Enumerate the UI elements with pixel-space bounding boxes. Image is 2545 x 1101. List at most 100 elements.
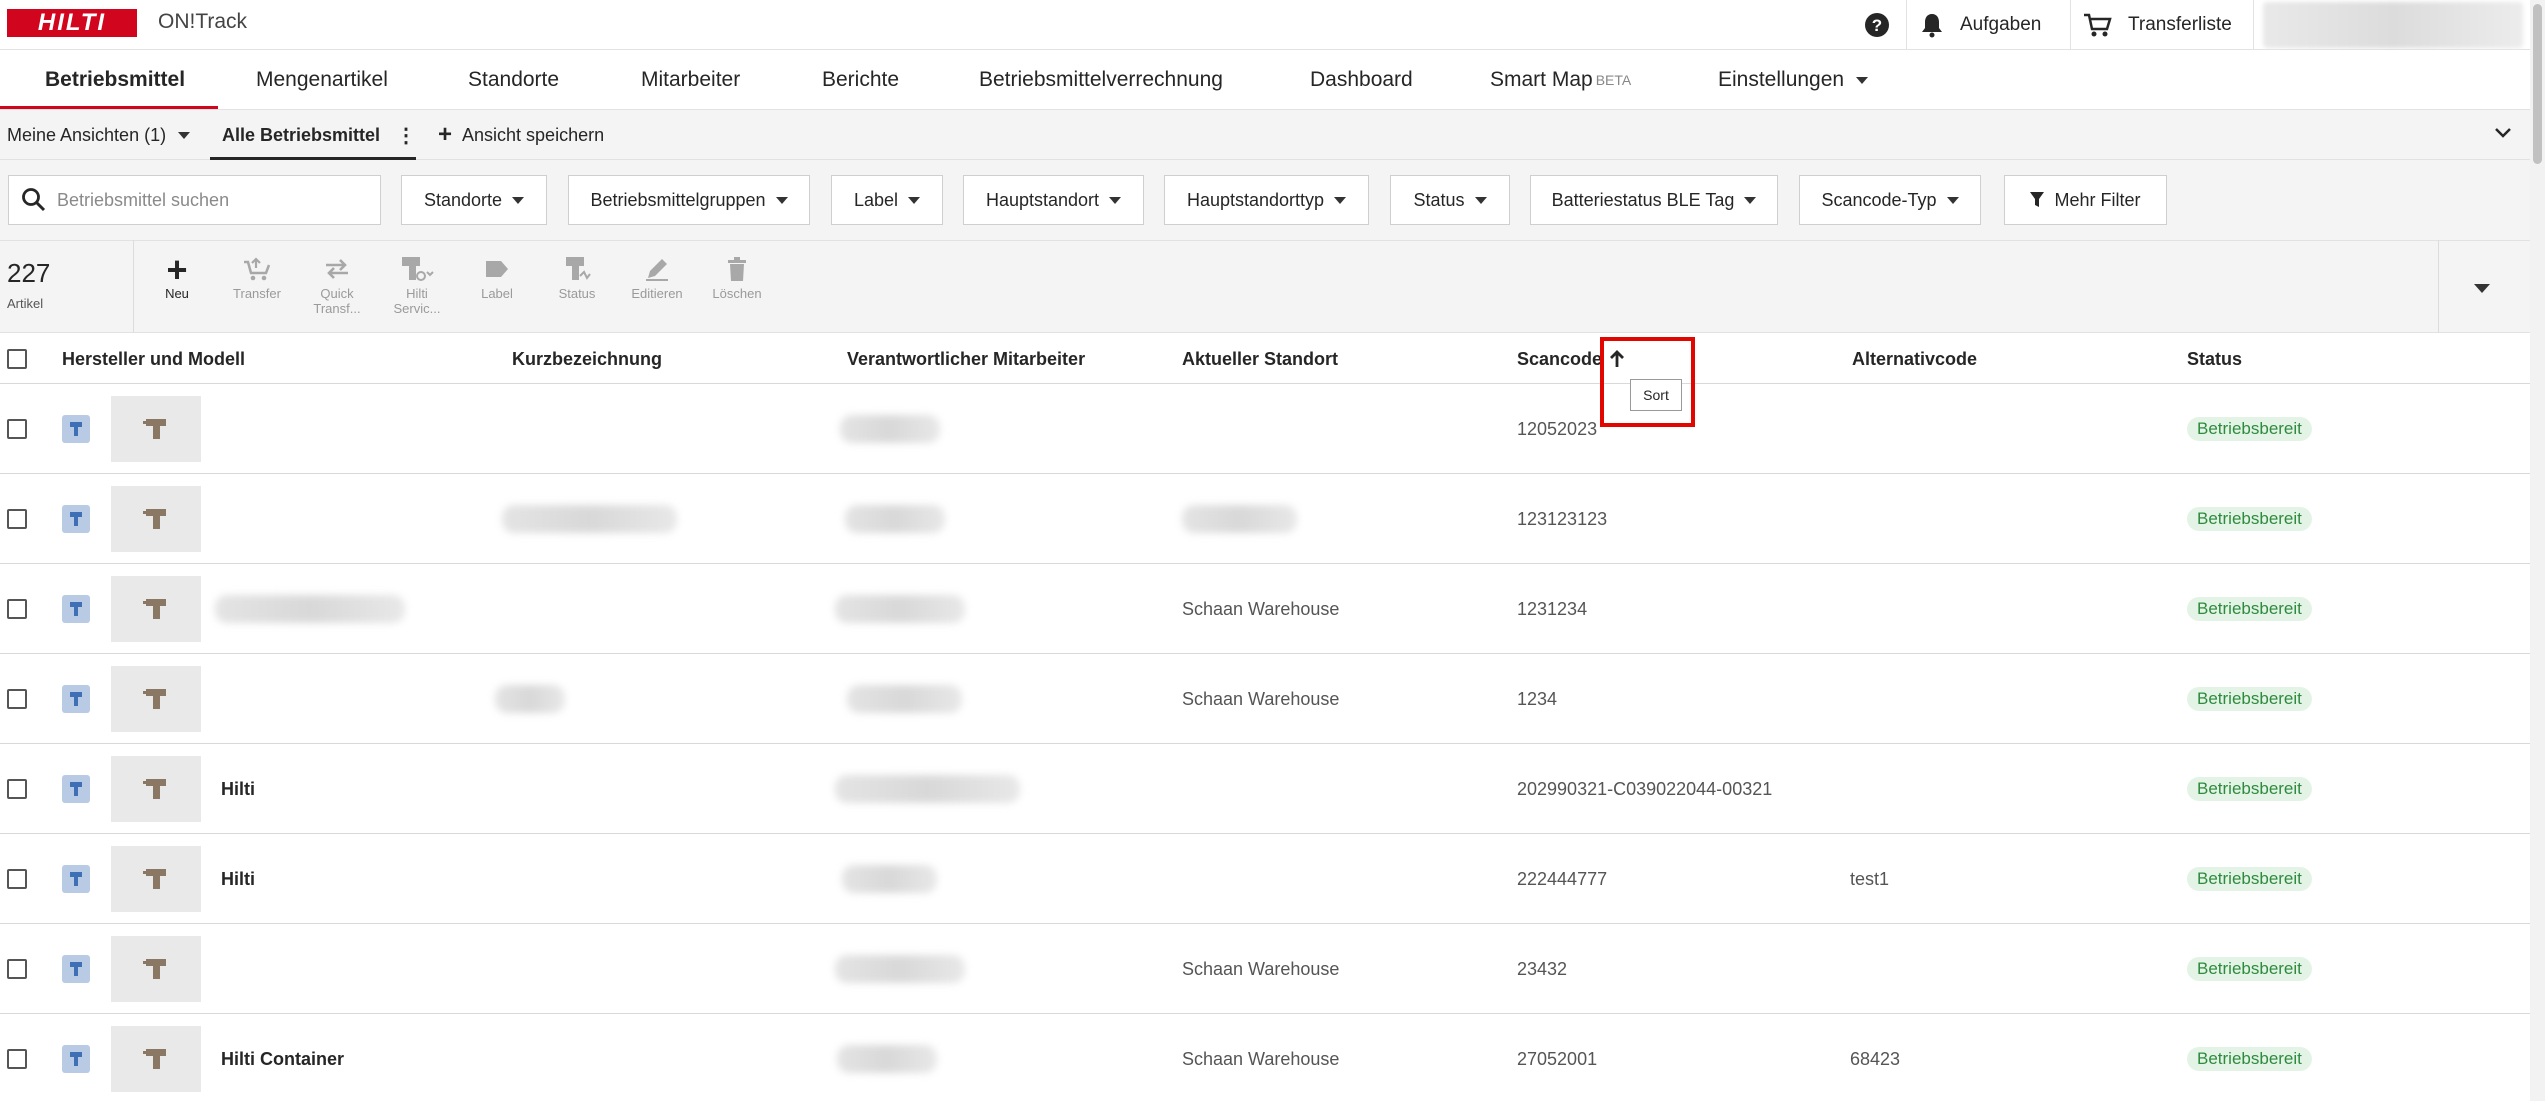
status-cell: Betriebsbereit <box>2187 474 2312 564</box>
row-checkbox-cell[interactable] <box>7 654 27 744</box>
table-row[interactable]: Schaan Warehouse 23432 Betriebsbereit <box>0 924 2530 1014</box>
filter-label: Batteriestatus BLE Tag <box>1551 189 1735 210</box>
asset-thumbnail-cell[interactable] <box>111 384 201 474</box>
drill-thumbnail-icon <box>111 1026 201 1092</box>
help-button[interactable]: ? <box>1864 0 1890 50</box>
table-row[interactable]: Hilti 222444777 test1 Betriebsbereit <box>0 834 2530 924</box>
user-profile-redacted[interactable] <box>2263 2 2523 48</box>
expand-caret-icon[interactable] <box>2474 280 2490 298</box>
filter-hauptstandorttyp[interactable]: Hauptstandorttyp <box>1164 175 1369 225</box>
drill-thumbnail-icon <box>111 936 201 1002</box>
row-checkbox-cell[interactable] <box>7 744 27 834</box>
filter-hauptstandort[interactable]: Hauptstandort <box>963 175 1144 225</box>
delete-button[interactable]: Löschen <box>702 252 772 301</box>
asset-thumbnail-cell[interactable] <box>111 564 201 654</box>
filter-label-dropdown[interactable]: Label <box>831 175 943 225</box>
tab-betriebsmittelverrechnung[interactable]: Betriebsmittelverrechnung <box>979 50 1223 110</box>
status-button[interactable]: Status <box>542 252 612 301</box>
label-button[interactable]: Label <box>462 252 532 301</box>
checkbox[interactable] <box>7 599 27 619</box>
filter-scancode-type[interactable]: Scancode-Typ <box>1799 175 1981 225</box>
filter-label: Status <box>1413 189 1465 210</box>
hilti-service-button[interactable]: Hilti Servic... <box>382 252 452 316</box>
manufacturer-model[interactable]: Hilti <box>221 744 255 834</box>
tab-mengenartikel[interactable]: Mengenartikel <box>256 50 388 110</box>
search-input[interactable] <box>57 189 367 211</box>
status-badge: Betriebsbereit <box>2187 597 2312 621</box>
asset-thumbnail-cell[interactable] <box>111 1014 201 1101</box>
tab-dashboard[interactable]: Dashboard <box>1310 50 1413 110</box>
asset-type-cell <box>62 924 90 1014</box>
row-checkbox-cell[interactable] <box>7 924 27 1014</box>
row-checkbox-cell[interactable] <box>7 834 27 924</box>
asset-thumbnail-cell[interactable] <box>111 834 201 924</box>
action-label: Quick Transf... <box>313 286 361 316</box>
column-manufacturer-model[interactable]: Hersteller und Modell <box>62 334 245 384</box>
tab-smart-map[interactable]: Smart Map BETA <box>1490 50 1631 110</box>
transfer-list-button[interactable]: Transferliste <box>2082 0 2232 50</box>
table-row[interactable]: Hilti 202990321-C039022044-00321 Betrieb… <box>0 744 2530 834</box>
asset-thumbnail-cell[interactable] <box>111 474 201 564</box>
all-assets-view[interactable]: Alle Betriebsmittel ⋮ <box>222 110 416 160</box>
edit-button[interactable]: Editieren <box>622 252 692 301</box>
filter-status[interactable]: Status <box>1390 175 1510 225</box>
new-button[interactable]: + Neu <box>142 248 212 301</box>
scrollbar-track[interactable] <box>2530 0 2545 1101</box>
row-checkbox-cell[interactable] <box>7 564 27 654</box>
column-short-name[interactable]: Kurzbezeichnung <box>512 334 662 384</box>
row-checkbox-cell[interactable] <box>7 474 27 564</box>
asset-thumbnail-cell[interactable] <box>111 924 201 1014</box>
row-checkbox-cell[interactable] <box>7 384 27 474</box>
column-alternative-code[interactable]: Alternativcode <box>1852 334 1977 384</box>
tab-einstellungen[interactable]: Einstellungen <box>1718 50 1869 110</box>
search-field[interactable] <box>8 175 381 225</box>
save-view-button[interactable]: + Ansicht speichern <box>438 110 604 160</box>
my-views-dropdown[interactable]: Meine Ansichten (1) <box>7 110 191 160</box>
quick-transfer-button[interactable]: Quick Transf... <box>302 252 372 316</box>
table-row[interactable]: Hilti Container Schaan Warehouse 2705200… <box>0 1014 2530 1101</box>
transfer-button[interactable]: Transfer <box>222 252 292 301</box>
status-cell: Betriebsbereit <box>2187 654 2312 744</box>
table-row[interactable]: 12052023 Betriebsbereit <box>0 384 2530 474</box>
tab-mitarbeiter[interactable]: Mitarbeiter <box>641 50 740 110</box>
checkbox[interactable] <box>7 689 27 709</box>
checkbox[interactable] <box>7 869 27 889</box>
asset-thumbnail-cell[interactable] <box>111 654 201 744</box>
column-responsible-employee[interactable]: Verantwortlicher Mitarbeiter <box>847 334 1085 384</box>
plus-icon: + <box>166 248 188 290</box>
filter-battery-status[interactable]: Batteriestatus BLE Tag <box>1530 175 1778 225</box>
asset-type-cell <box>62 474 90 564</box>
checkbox[interactable] <box>7 779 27 799</box>
manufacturer-model[interactable]: Hilti <box>221 834 255 924</box>
filter-betriebsmittelgruppen[interactable]: Betriebsmittelgruppen <box>568 175 810 225</box>
hilti-logo[interactable]: HILTI <box>7 9 137 37</box>
tab-standorte[interactable]: Standorte <box>468 50 559 110</box>
tab-betriebsmittel[interactable]: Betriebsmittel <box>45 50 185 110</box>
column-status[interactable]: Status <box>2187 334 2242 384</box>
checkbox[interactable] <box>7 419 27 439</box>
column-current-location[interactable]: Aktueller Standort <box>1182 334 1338 384</box>
more-vertical-icon[interactable]: ⋮ <box>396 123 416 148</box>
status-badge: Betriebsbereit <box>2187 507 2312 531</box>
table-row[interactable]: Schaan Warehouse 1234 Betriebsbereit <box>0 654 2530 744</box>
manufacturer-model[interactable]: Hilti Container <box>221 1014 344 1101</box>
asset-type-cell <box>62 564 90 654</box>
checkbox[interactable] <box>7 349 27 369</box>
divider <box>2438 240 2439 333</box>
checkbox[interactable] <box>7 959 27 979</box>
select-all-checkbox[interactable] <box>7 334 27 384</box>
tab-berichte[interactable]: Berichte <box>822 50 899 110</box>
checkbox[interactable] <box>7 509 27 529</box>
tasks-button[interactable]: Aufgaben <box>1920 0 2041 50</box>
table-row[interactable]: Schaan Warehouse 1231234 Betriebsbereit <box>0 564 2530 654</box>
scrollbar-thumb[interactable] <box>2533 4 2542 164</box>
app-name: ON!Track <box>158 10 248 33</box>
table-row[interactable]: 123123123 Betriebsbereit <box>0 474 2530 564</box>
filter-standorte[interactable]: Standorte <box>401 175 547 225</box>
cart-transfer-icon <box>242 252 272 286</box>
collapse-chevron-icon[interactable] <box>2492 122 2514 149</box>
checkbox[interactable] <box>7 1049 27 1069</box>
more-filters-button[interactable]: Mehr Filter <box>2004 175 2167 225</box>
row-checkbox-cell[interactable] <box>7 1014 27 1101</box>
asset-thumbnail-cell[interactable] <box>111 744 201 834</box>
